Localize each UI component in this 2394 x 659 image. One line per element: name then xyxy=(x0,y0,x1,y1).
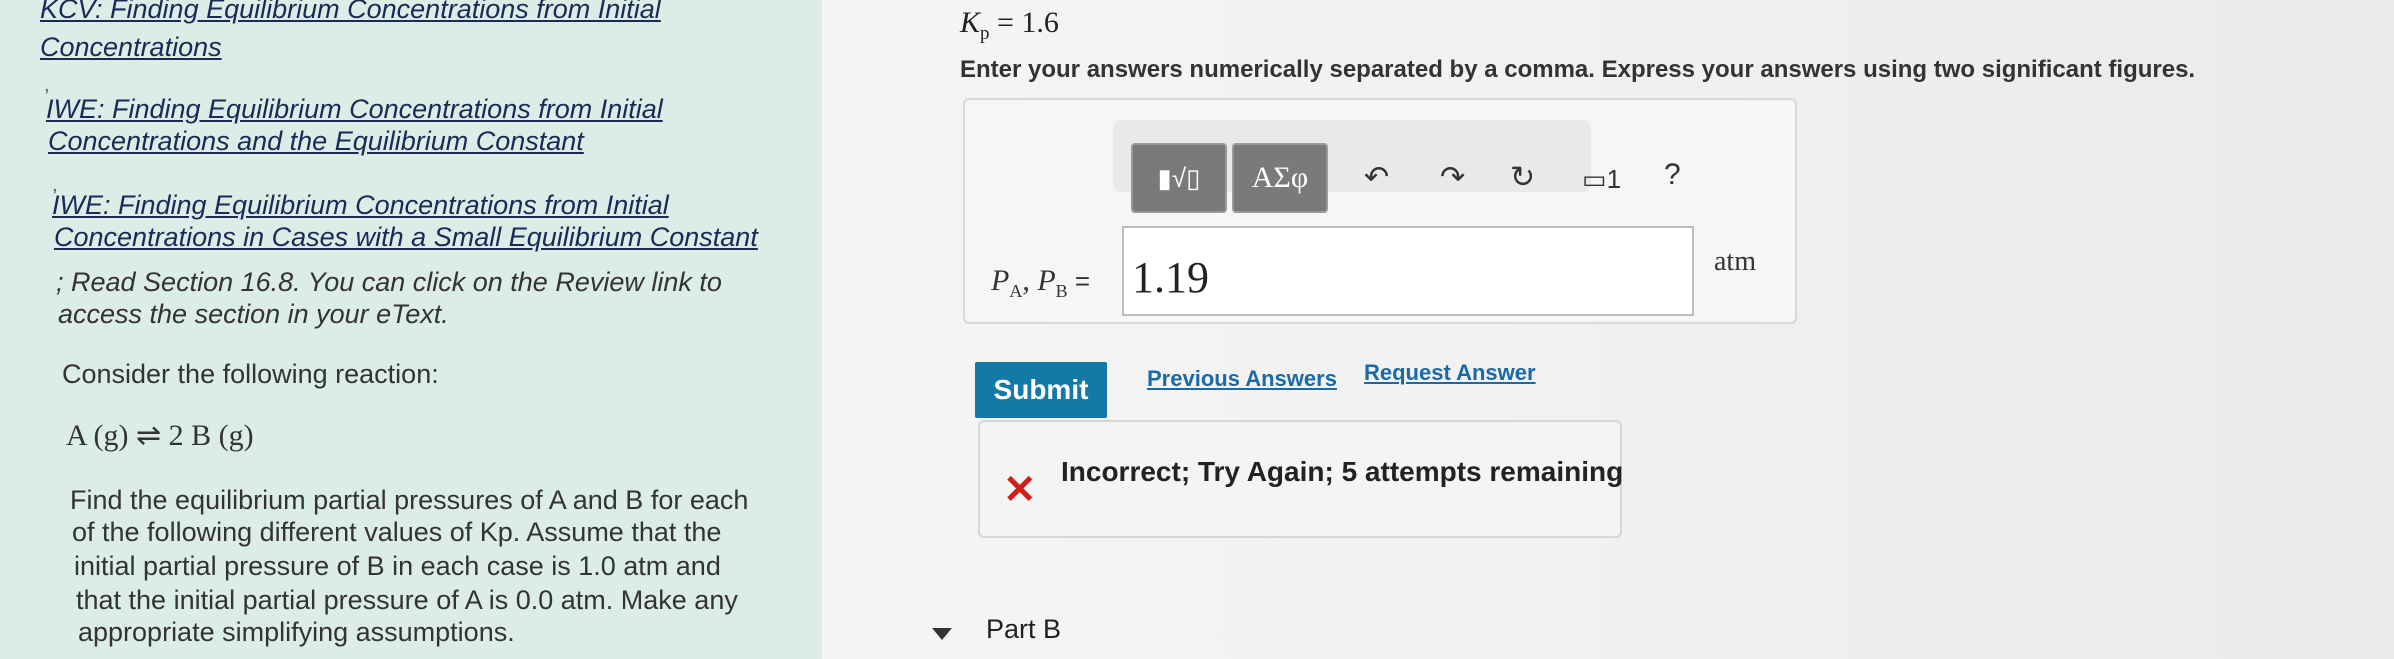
kp-value: Kp = 1.6 xyxy=(960,6,1059,45)
pa-subscript: A xyxy=(1009,281,1023,301)
answer-label: PA, PB = xyxy=(991,264,1090,302)
kcv-link-line1[interactable]: KCV: Finding Equilibrium Concentrations … xyxy=(40,0,661,25)
submit-button[interactable]: Submit xyxy=(975,362,1107,418)
kp-subscript: p xyxy=(980,23,990,44)
math-template-icon: ▮√▯ xyxy=(1157,162,1201,193)
answer-input[interactable]: 1.19 xyxy=(1122,226,1694,316)
unit-label: atm xyxy=(1714,246,1756,277)
keyboard-icon[interactable]: ▭1 xyxy=(1582,164,1621,195)
pa-symbol: P xyxy=(991,264,1010,297)
pb-symbol: P xyxy=(1037,264,1056,297)
undo-icon[interactable]: ↶ xyxy=(1364,160,1389,195)
kp-number: = 1.6 xyxy=(997,6,1059,39)
problem-line-5: appropriate simplifying assumptions. xyxy=(78,617,515,647)
iwe-link-2-line1[interactable]: IWE: Finding Equilibrium Concentrations … xyxy=(52,190,669,221)
math-template-button[interactable]: ▮√▯ xyxy=(1131,143,1227,213)
problem-line-4: that the initial partial pressure of A i… xyxy=(76,585,738,615)
previous-answers-link[interactable]: Previous Answers xyxy=(1147,366,1337,392)
feedback-message: Incorrect; Try Again; 5 attempts remaini… xyxy=(1061,456,1624,487)
iwe-link-1-line2[interactable]: Concentrations and the Equilibrium Const… xyxy=(48,126,584,157)
iwe-link-1-line1[interactable]: IWE: Finding Equilibrium Concentrations … xyxy=(46,94,663,125)
reaction-equation: A (g) ⇌ 2 B (g) xyxy=(66,419,254,452)
problem-line-2: of the following different values of Kp.… xyxy=(72,517,722,547)
problem-line-3: initial partial pressure of B in each ca… xyxy=(74,551,721,581)
redo-icon[interactable]: ↷ xyxy=(1440,160,1465,195)
kcv-link-line2[interactable]: Concentrations xyxy=(40,32,222,63)
label-equals: = xyxy=(1067,266,1091,296)
kp-symbol: K xyxy=(960,6,981,39)
request-answer-link[interactable]: Request Answer xyxy=(1364,360,1536,386)
read-section-note: ; Read Section 16.8. You can click on th… xyxy=(56,267,722,297)
reset-icon[interactable]: ↻ xyxy=(1510,160,1535,195)
greek-symbols-icon: ΑΣφ xyxy=(1251,161,1309,194)
read-section-note-2: access the section in your eText. xyxy=(58,299,449,329)
help-icon[interactable]: ? xyxy=(1664,158,1681,192)
incorrect-icon: ✕ xyxy=(1003,468,1037,512)
greek-symbols-button[interactable]: ΑΣφ xyxy=(1232,143,1328,213)
label-separator: , xyxy=(1022,264,1038,297)
sidebar-panel: KCV: Finding Equilibrium Concentrations … xyxy=(0,0,822,659)
pb-subscript: B xyxy=(1055,281,1068,301)
problem-line-1: Find the equilibrium partial pressures o… xyxy=(70,485,749,515)
part-b-header[interactable]: Part B xyxy=(986,614,1061,645)
consider-text: Consider the following reaction: xyxy=(62,359,439,389)
expand-caret-icon[interactable] xyxy=(932,628,952,640)
iwe-link-2-line2[interactable]: Concentrations in Cases with a Small Equ… xyxy=(54,222,758,253)
answer-instructions: Enter your answers numerically separated… xyxy=(960,56,2196,83)
